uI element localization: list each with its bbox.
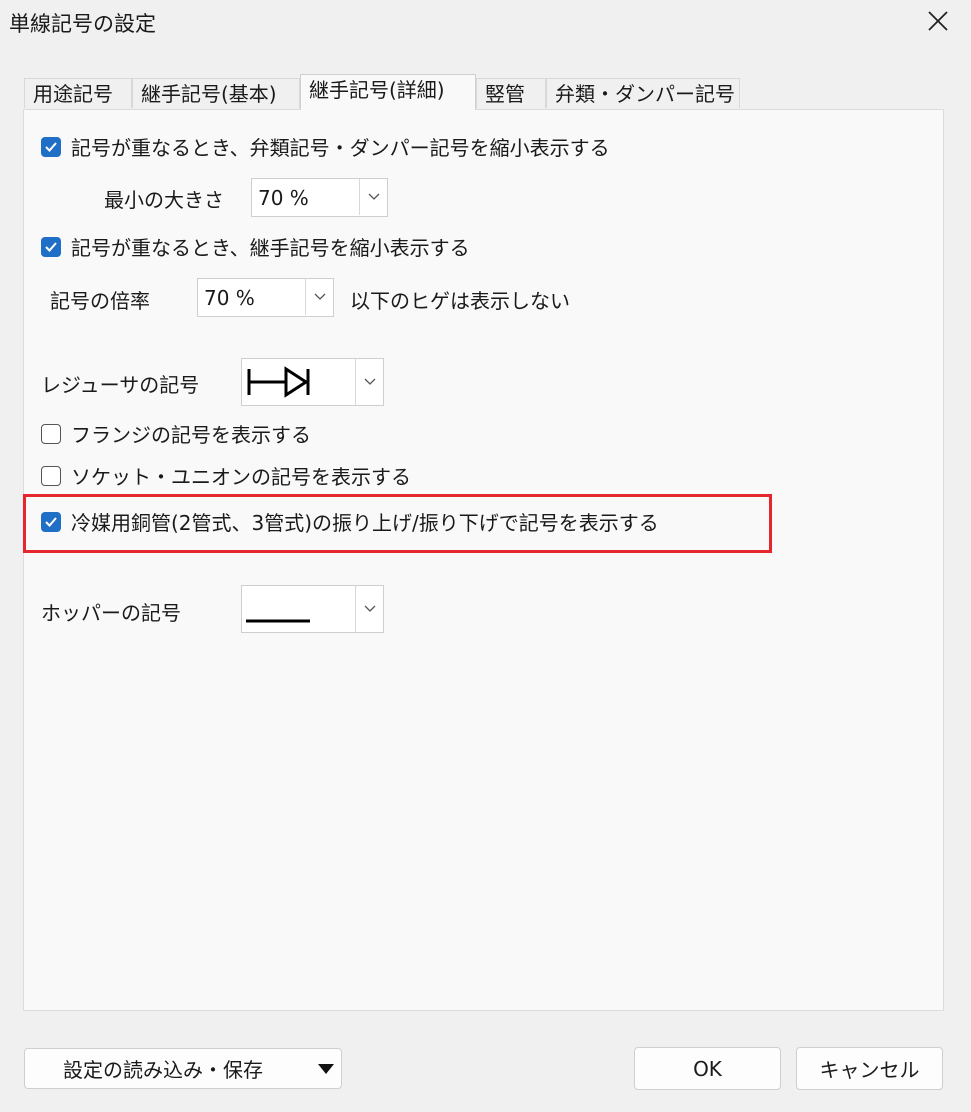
- flange-checkbox[interactable]: [41, 423, 61, 444]
- shrink-fitting-label: 記号が重なるとき、継手記号を縮小表示する: [71, 236, 470, 260]
- shrink-valve-label: 記号が重なるとき、弁類記号・ダンパー記号を縮小表示する: [71, 136, 610, 160]
- chevron-down-icon: [356, 359, 384, 405]
- shrink-fitting-option[interactable]: 記号が重なるとき、継手記号を縮小表示する: [41, 232, 470, 261]
- tab-valve-damper[interactable]: 弁類・ダンパー記号: [546, 78, 740, 108]
- hopper-line-symbol-icon: [246, 608, 310, 627]
- flange-option[interactable]: フランジの記号を表示する: [41, 419, 311, 448]
- check-icon: [45, 141, 57, 152]
- cancel-button[interactable]: キャンセル: [796, 1047, 943, 1090]
- flange-label: フランジの記号を表示する: [71, 423, 311, 447]
- tab-riser[interactable]: 竪管: [476, 78, 546, 108]
- reducer-symbol-icon: [246, 365, 312, 403]
- socket-union-label: ソケット・ユニオンの記号を表示する: [71, 465, 411, 489]
- ok-button[interactable]: OK: [634, 1047, 781, 1090]
- title-bar: 単線記号の設定: [0, 0, 971, 44]
- reducer-select[interactable]: [241, 358, 384, 406]
- dropdown-arrow-icon: [318, 1064, 334, 1074]
- min-size-value: 70 %: [258, 186, 309, 210]
- min-size-label: 最小の大きさ: [104, 188, 224, 212]
- hopper-label: ホッパーの記号: [41, 601, 181, 625]
- scale-suffix: 以下のヒゲは表示しない: [350, 289, 570, 313]
- load-save-button[interactable]: 設定の読み込み・保存: [24, 1048, 342, 1089]
- chevron-down-icon: [306, 279, 334, 315]
- refrigerant-option[interactable]: 冷媒用銅管(2管式、3管式)の振り上げ/振り下げで記号を表示する: [41, 507, 659, 536]
- check-icon: [45, 241, 57, 252]
- tab-usage-symbols[interactable]: 用途記号: [24, 78, 132, 108]
- window-title: 単線記号の設定: [9, 12, 156, 36]
- scale-label: 記号の倍率: [50, 289, 150, 313]
- close-icon: [928, 11, 948, 31]
- refrigerant-checkbox[interactable]: [41, 511, 61, 532]
- close-button[interactable]: [916, 2, 960, 40]
- tab-fitting-basic[interactable]: 継手記号(基本): [132, 78, 300, 108]
- refrigerant-label: 冷媒用銅管(2管式、3管式)の振り上げ/振り下げで記号を表示する: [71, 511, 659, 535]
- min-size-select[interactable]: 70 %: [251, 178, 388, 217]
- shrink-valve-option[interactable]: 記号が重なるとき、弁類記号・ダンパー記号を縮小表示する: [41, 132, 610, 161]
- chevron-down-icon: [356, 586, 384, 632]
- socket-union-option[interactable]: ソケット・ユニオンの記号を表示する: [41, 461, 411, 490]
- shrink-fitting-checkbox[interactable]: [41, 236, 61, 257]
- shrink-valve-checkbox[interactable]: [41, 136, 61, 157]
- hopper-select[interactable]: [241, 585, 384, 633]
- scale-value: 70 %: [204, 286, 255, 310]
- load-save-label: 設定の読み込み・保存: [63, 1058, 263, 1082]
- socket-union-checkbox[interactable]: [41, 465, 61, 486]
- scale-select[interactable]: 70 %: [197, 278, 334, 317]
- reducer-label: レジューサの記号: [41, 373, 200, 397]
- chevron-down-icon: [360, 179, 388, 215]
- tab-fitting-detail[interactable]: 継手記号(詳細): [300, 74, 476, 110]
- check-icon: [45, 516, 57, 527]
